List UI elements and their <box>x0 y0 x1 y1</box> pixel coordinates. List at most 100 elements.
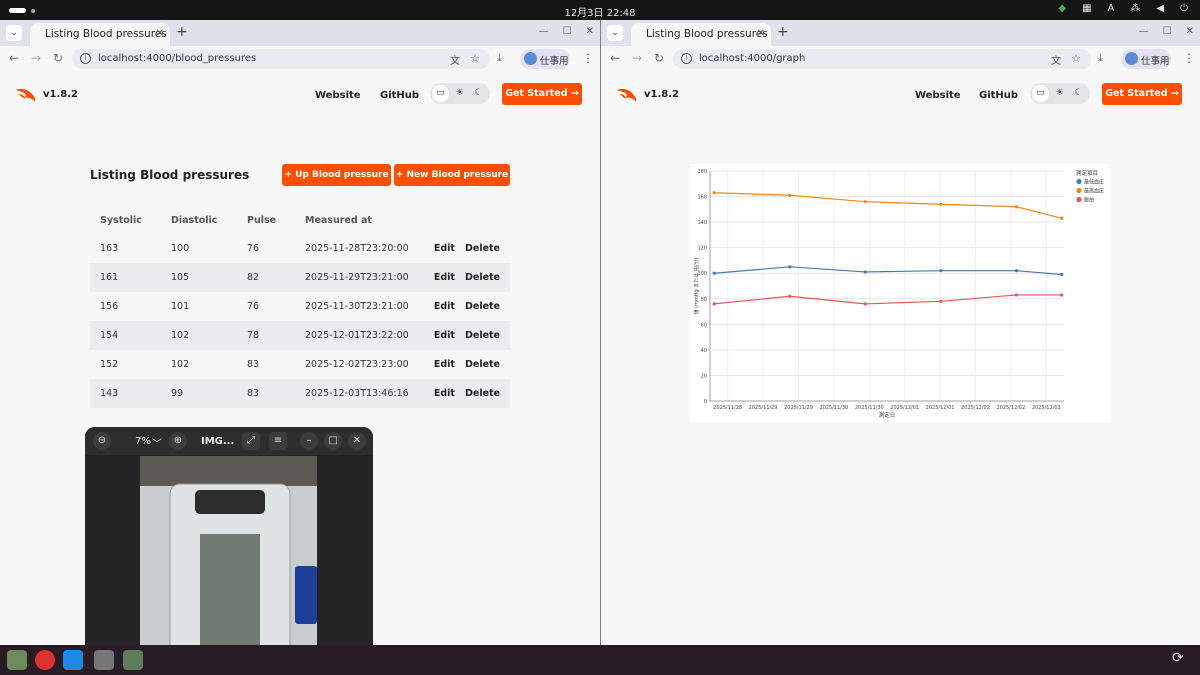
translate-icon[interactable]: 文 <box>1051 52 1061 67</box>
address-bar[interactable]: i localhost:4000/graph 文 ☆ <box>673 49 1091 69</box>
phoenix-logo-icon[interactable] <box>15 87 37 103</box>
profile-button[interactable]: 仕事用 <box>520 49 570 69</box>
download-icon[interactable]: ⤓ <box>497 51 502 65</box>
delete-link[interactable]: Delete <box>465 330 500 341</box>
maximize-icon[interactable]: ☐ <box>563 26 572 37</box>
zoom-out-icon[interactable]: ⊖ <box>93 432 111 450</box>
maximize-icon[interactable]: ☐ <box>1163 26 1172 37</box>
download-icon[interactable]: ⤓ <box>1098 51 1103 65</box>
address-bar[interactable]: i localhost:4000/blood_pressures 文 ☆ <box>72 49 490 69</box>
github-link[interactable]: GitHub <box>380 90 419 101</box>
trash-icon[interactable] <box>123 650 143 670</box>
data-point <box>863 270 867 274</box>
delete-link[interactable]: Delete <box>465 301 500 312</box>
forward-icon[interactable]: → <box>31 51 41 65</box>
table-row[interactable]: 154 102 78 2025-12-01T23:22:00 Edit Delet… <box>90 321 510 350</box>
data-point <box>939 269 943 273</box>
delete-link[interactable]: Delete <box>465 243 500 254</box>
translate-icon[interactable]: 文 <box>450 52 460 67</box>
table-header-row: Systolic Diastolic Pulse Measured at <box>90 206 510 234</box>
dark-theme-icon[interactable]: ☾ <box>470 85 487 102</box>
volume-icon[interactable]: ◀ <box>1156 3 1164 14</box>
chrome-icon[interactable] <box>35 650 55 670</box>
viewer-minimize-icon[interactable]: – <box>300 432 318 450</box>
new-blood-pressure-button[interactable]: + New Blood pressure <box>394 164 510 186</box>
menu-kebab-icon[interactable]: ⋮ <box>582 51 594 65</box>
input-method-label[interactable]: A <box>1108 3 1115 14</box>
close-tab-icon[interactable]: ✕ <box>757 28 765 39</box>
legend-label: 最低血圧 <box>1084 179 1104 186</box>
files-icon[interactable] <box>7 650 27 670</box>
viewer-close-icon[interactable]: ✕ <box>348 432 366 450</box>
table-row[interactable]: 156 101 76 2025-11-30T23:21:00 Edit Delet… <box>90 292 510 321</box>
fullscreen-icon[interactable]: ⤢ <box>242 432 260 450</box>
tab-search-button[interactable]: ⌄ <box>6 25 22 41</box>
delete-link[interactable]: Delete <box>465 272 500 283</box>
up-blood-pressure-button[interactable]: + Up Blood pressure <box>282 164 391 186</box>
website-link[interactable]: Website <box>315 90 361 101</box>
table-row[interactable]: 143 99 83 2025-12-03T13:46:16 Edit Delete <box>90 379 510 408</box>
edit-link[interactable]: Edit <box>434 330 455 341</box>
dark-theme-icon[interactable]: ☾ <box>1070 85 1087 102</box>
clock[interactable]: 12月3日 22:48 <box>0 4 1200 19</box>
x-tick-label: 2025/12/01 <box>926 405 955 411</box>
actions-header <box>412 206 511 234</box>
y-tick-label: 120 <box>697 246 707 252</box>
close-window-icon[interactable]: ✕ <box>586 26 594 37</box>
viewer-maximize-icon[interactable]: □ <box>324 432 342 450</box>
table-row[interactable]: 152 102 83 2025-12-02T23:23:00 Edit Delet… <box>90 350 510 379</box>
edit-link[interactable]: Edit <box>434 359 455 370</box>
edit-link[interactable]: Edit <box>434 301 455 312</box>
close-tab-icon[interactable]: ✕ <box>156 28 164 39</box>
back-icon[interactable]: ← <box>610 51 620 65</box>
phoenix-logo-icon[interactable] <box>616 87 638 103</box>
forward-icon[interactable]: → <box>632 51 642 65</box>
table-row[interactable]: 161 105 82 2025-11-29T23:21:00 Edit Delet… <box>90 263 510 292</box>
tab-graph[interactable]: Listing Blood pressures ✕ <box>631 23 771 46</box>
site-info-icon[interactable]: i <box>681 53 692 64</box>
new-tab-button[interactable]: + <box>176 24 188 40</box>
reload-icon[interactable]: ↻ <box>654 51 664 65</box>
github-link[interactable]: GitHub <box>979 90 1018 101</box>
new-tab-button[interactable]: + <box>777 24 789 40</box>
viewer-menu-icon[interactable]: ≡ <box>269 432 287 450</box>
delete-link[interactable]: Delete <box>465 388 500 399</box>
close-window-icon[interactable]: ✕ <box>1186 26 1194 37</box>
light-theme-icon[interactable]: ☀ <box>451 85 468 102</box>
edit-link[interactable]: Edit <box>434 272 455 283</box>
show-apps-icon[interactable]: ⟳ <box>1172 650 1192 670</box>
image-viewer-icon[interactable] <box>94 650 114 670</box>
website-link[interactable]: Website <box>915 90 961 101</box>
chart-svg: 0204060801001201401601802025/11/28 2025/1… <box>693 169 1104 419</box>
bookmark-star-icon[interactable]: ☆ <box>470 52 480 65</box>
light-theme-icon[interactable]: ☀ <box>1051 85 1068 102</box>
shield-icon[interactable]: ◆ <box>1058 3 1066 14</box>
site-info-icon[interactable]: i <box>80 53 91 64</box>
get-started-button[interactable]: Get Started → <box>1102 83 1182 105</box>
tab-search-button[interactable]: ⌄ <box>607 25 623 41</box>
minimize-icon[interactable]: — <box>539 26 549 37</box>
get-started-button[interactable]: Get Started → <box>502 83 582 105</box>
minimize-icon[interactable]: — <box>1139 26 1149 37</box>
vscode-icon[interactable] <box>63 650 83 670</box>
profile-button[interactable]: 仕事用 <box>1121 49 1171 69</box>
system-tray[interactable]: ◆ ▦ A ⁂ ◀ ⏻ <box>1058 3 1188 14</box>
zoom-level[interactable]: 7% <box>135 436 151 447</box>
edit-link[interactable]: Edit <box>434 243 455 254</box>
delete-link[interactable]: Delete <box>465 359 500 370</box>
bookmark-star-icon[interactable]: ☆ <box>1071 52 1081 65</box>
edit-link[interactable]: Edit <box>434 388 455 399</box>
table-row[interactable]: 163 100 76 2025-11-28T23:20:00 Edit Delet… <box>90 234 510 263</box>
tab-listing[interactable]: Listing Blood pressures ✕ <box>30 23 170 46</box>
zoom-in-icon[interactable]: ⊕ <box>169 432 187 450</box>
zoom-dropdown-icon[interactable]: ﹀ <box>152 435 162 450</box>
menu-kebab-icon[interactable]: ⋮ <box>1183 51 1195 65</box>
system-theme-icon[interactable]: ▭ <box>432 85 449 102</box>
back-icon[interactable]: ← <box>9 51 19 65</box>
system-theme-icon[interactable]: ▭ <box>1032 85 1049 102</box>
reload-icon[interactable]: ↻ <box>53 51 63 65</box>
power-icon[interactable]: ⏻ <box>1180 3 1188 14</box>
apps-icon[interactable]: ▦ <box>1082 3 1091 14</box>
network-icon[interactable]: ⁂ <box>1130 3 1140 14</box>
row-actions: Edit Delete <box>412 234 511 263</box>
